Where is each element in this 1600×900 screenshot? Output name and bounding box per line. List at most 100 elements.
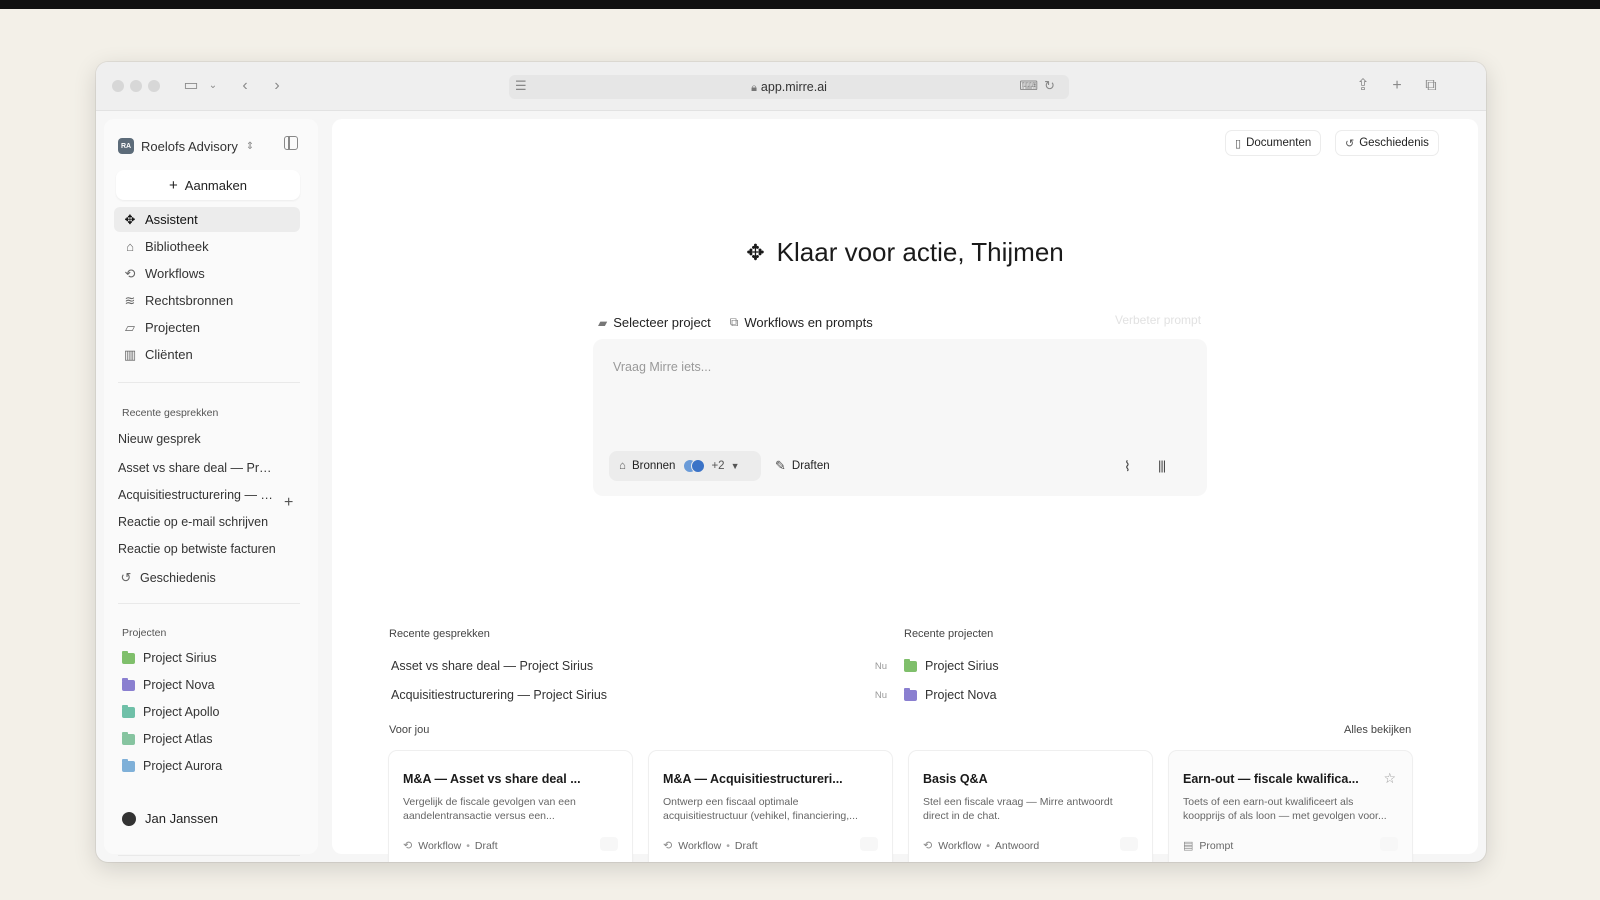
sidebar-project-item[interactable]: Project Apollo xyxy=(122,704,219,719)
forward-icon[interactable]: › xyxy=(266,76,288,96)
folder-icon xyxy=(904,687,917,701)
address-bar[interactable]: ☰ 🔒︎ app.mirre.ai ⌨↻ xyxy=(509,75,1069,99)
create-button[interactable]: + Aanmaken xyxy=(116,170,300,200)
user-profile[interactable]: Jan Janssen xyxy=(122,811,218,826)
workflow-card[interactable]: Basis Q&A Stel een fiscale vraag — Mirre… xyxy=(909,751,1152,862)
drafts-label: Draften xyxy=(791,460,830,472)
card-title: Earn-out — fiscale kwalifica... xyxy=(1183,772,1359,786)
sidebar-toggle-icon[interactable]: ▭ xyxy=(180,76,202,96)
composer-toolbar: ▰ Selecteer project ⧉ Workflows en promp… xyxy=(598,315,892,330)
projects-heading: Projecten xyxy=(122,627,167,639)
sidebar-item-label: Projecten xyxy=(145,320,200,335)
sidebar-item-assistent[interactable]: ✥ Assistent xyxy=(114,207,300,232)
star-icon[interactable]: ☆ xyxy=(1383,770,1396,787)
sources-button[interactable]: ⌂ Bronnen +2 ▼ xyxy=(609,451,761,481)
workflow-prompt-icon: ⧉ xyxy=(729,315,739,329)
building-icon: ▥ xyxy=(123,346,137,362)
sidebar-item-clienten[interactable]: ▥ Cliënten xyxy=(114,342,300,367)
translate-icon[interactable]: ⌨ xyxy=(1019,78,1044,93)
new-tab-icon[interactable]: + xyxy=(1386,76,1408,96)
workflows-prompts-label: Workflows en prompts xyxy=(744,315,873,330)
new-chat-plus-icon[interactable]: + xyxy=(284,494,293,512)
for-you-heading: Voor jou xyxy=(389,724,430,736)
sidebar-item-label: Workflows xyxy=(145,266,205,281)
card-title: M&A — Asset vs share deal ... xyxy=(403,772,581,786)
new-chat-link[interactable]: Nieuw gesprek xyxy=(118,432,278,446)
sidebar-project-item[interactable]: Project Nova xyxy=(122,677,215,692)
history-button[interactable]: ↺ Geschiedenis xyxy=(1336,131,1438,155)
recent-project-row[interactable]: Project Nova xyxy=(904,687,997,702)
conversation-time: Nu xyxy=(874,661,887,672)
reload-icon[interactable]: ↻ xyxy=(1044,78,1061,93)
sidebar: RA Roelofs Advisory ⇕ + Aanmaken ✥ Assis… xyxy=(104,119,318,856)
card-tag: Draft xyxy=(734,839,758,852)
recent-conversation-item[interactable]: Asset vs share deal — Project Sirius xyxy=(118,461,278,475)
card-action-button[interactable] xyxy=(1120,837,1138,851)
project-name: Project Sirius xyxy=(925,659,999,673)
sidebar-item-label: Assistent xyxy=(145,212,198,227)
conversation-title: Asset vs share deal — Project Sirius xyxy=(391,659,594,673)
share-icon[interactable]: ⇪ xyxy=(1352,76,1374,96)
see-all-link[interactable]: Alles bekijken xyxy=(1344,724,1411,736)
workflow-card[interactable]: M&A — Acquisitiestructureri... Ontwerp e… xyxy=(649,751,892,862)
voice-input-icon[interactable]: ||| xyxy=(1158,458,1166,473)
create-label: Aanmaken xyxy=(184,177,247,193)
library-icon: ⌂ xyxy=(126,239,134,254)
minimize-window-button[interactable] xyxy=(130,80,142,92)
folder-icon xyxy=(122,704,135,718)
card-description: Ontwerp een fiscaal optimale acquisities… xyxy=(663,796,858,822)
sidebar-project-item[interactable]: Project Atlas xyxy=(122,731,213,746)
paperclip-icon[interactable]: ⌇ xyxy=(1124,458,1131,475)
sidebar-item-bibliotheek[interactable]: ⌂ Bibliotheek xyxy=(114,234,300,259)
folder-icon xyxy=(122,677,135,691)
sidebar-item-projecten[interactable]: ▱ Projecten xyxy=(114,315,300,340)
layers-icon: ≋ xyxy=(124,292,136,308)
chevron-up-down-icon: ⇕ xyxy=(245,140,255,152)
chevron-down-icon[interactable]: ⌄ xyxy=(202,76,224,96)
recent-project-row[interactable]: Project Sirius xyxy=(904,658,999,673)
project-name: Project Nova xyxy=(143,678,215,692)
recent-conversation-row[interactable]: Asset vs share deal — Project Sirius Nu xyxy=(391,659,887,673)
folder-icon xyxy=(122,731,135,745)
improve-prompt-button[interactable]: Verbeter prompt xyxy=(1115,313,1201,327)
workflows-prompts-button[interactable]: ⧉ Workflows en prompts xyxy=(730,315,873,330)
drafts-button[interactable]: ✎ Draften xyxy=(775,458,830,474)
folder-icon xyxy=(904,658,917,672)
recent-conversation-item[interactable]: Acquisitiestructurering — Project Sirius xyxy=(118,488,278,502)
workflow-card[interactable]: M&A — Asset vs share deal ... Vergelijk … xyxy=(389,751,632,862)
card-meta: ▤ Prompt xyxy=(1183,839,1233,853)
card-action-button[interactable] xyxy=(1380,837,1398,851)
greeting-text: Klaar voor actie, Thijmen xyxy=(776,237,1064,267)
tab-overview-icon[interactable]: ⧉ xyxy=(1420,76,1442,96)
card-type: Workflow xyxy=(678,839,722,852)
history-label: Geschiedenis xyxy=(140,571,216,585)
prompt-input[interactable]: Vraag Mirre iets... xyxy=(613,360,711,374)
card-action-button[interactable] xyxy=(860,837,878,851)
sidebar-item-workflows[interactable]: ⟲ Workflows xyxy=(114,261,300,286)
recent-conversation-row[interactable]: Acquisitiestructurering — Project Sirius… xyxy=(391,688,887,702)
workflow-icon: ⟲ xyxy=(923,840,933,852)
select-project-button[interactable]: ▰ Selecteer project xyxy=(598,315,711,330)
workflow-icon: ⟲ xyxy=(124,265,136,281)
recent-conversation-item[interactable]: Reactie op betwiste facturen xyxy=(118,542,278,556)
sidebar-project-item[interactable]: Project Aurora xyxy=(122,758,222,773)
sidebar-item-rechtsbronnen[interactable]: ≋ Rechtsbronnen xyxy=(114,288,300,313)
close-window-button[interactable] xyxy=(112,80,124,92)
meta-separator: • xyxy=(726,839,730,852)
screen-top-bar xyxy=(0,0,1600,9)
back-icon[interactable]: ‹ xyxy=(234,76,256,96)
collapse-sidebar-icon[interactable] xyxy=(284,136,298,150)
zoom-window-button[interactable] xyxy=(148,80,160,92)
workspace-switcher[interactable]: RA Roelofs Advisory ⇕ xyxy=(118,135,254,157)
prompt-composer[interactable]: Vraag Mirre iets... ⌂ Bronnen +2 ▼ ✎ Dra… xyxy=(593,339,1207,496)
sidebar-project-item[interactable]: Project Sirius xyxy=(122,650,217,665)
workspace-badge: RA xyxy=(118,138,134,154)
history-link[interactable]: ↺ Geschiedenis xyxy=(118,570,216,586)
prompt-card[interactable]: Earn-out — fiscale kwalifica... ☆ Toets … xyxy=(1169,751,1412,862)
card-type: Workflow xyxy=(418,839,462,852)
recent-conversation-item[interactable]: Reactie op e-mail schrijven xyxy=(118,515,278,529)
documents-button[interactable]: ▯ Documenten xyxy=(1226,131,1321,155)
card-action-button[interactable] xyxy=(600,837,618,851)
project-name: Project Atlas xyxy=(143,732,213,746)
sources-label: Bronnen xyxy=(631,460,676,472)
